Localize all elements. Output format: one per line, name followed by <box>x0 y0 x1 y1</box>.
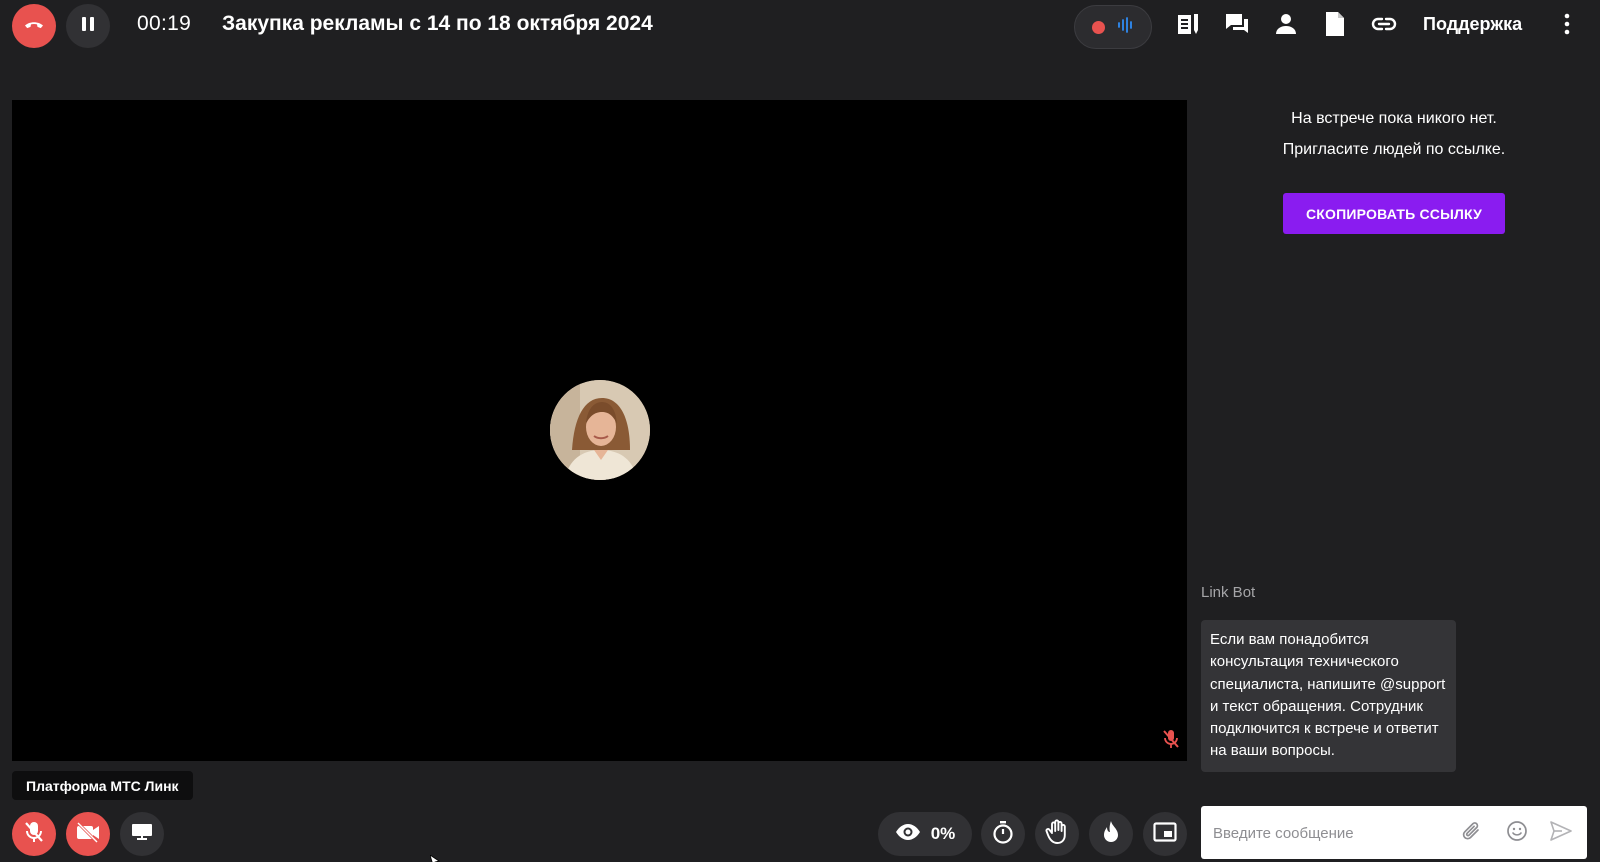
emoji-button[interactable] <box>1504 820 1530 846</box>
chat-icon <box>1224 11 1250 42</box>
notes-icon <box>1175 11 1201 42</box>
fire-icon <box>1101 820 1121 849</box>
files-button[interactable] <box>1319 10 1351 42</box>
mic-off-icon <box>23 820 45 849</box>
meeting-title: Закупка рекламы с 14 по 18 октября 2024 <box>222 12 653 35</box>
timer-icon <box>992 820 1014 849</box>
person-icon <box>1274 12 1298 41</box>
timer-button[interactable] <box>981 812 1025 856</box>
hang-up-button[interactable] <box>12 4 56 48</box>
record-icon <box>1091 20 1105 34</box>
participants-button[interactable] <box>1270 10 1302 42</box>
send-button[interactable] <box>1548 820 1574 846</box>
attach-icon <box>1461 820 1483 847</box>
audio-wave-icon <box>1117 16 1135 39</box>
call-timer: 00:19 <box>137 12 192 35</box>
raise-hand-icon <box>1045 819 1069 850</box>
pause-button[interactable] <box>66 4 110 48</box>
chat-composer <box>1201 806 1587 859</box>
link-icon <box>1371 11 1397 42</box>
eye-icon <box>895 823 921 846</box>
invite-hint-text: Пригласите людей по ссылке. <box>1282 141 1506 158</box>
raise-hand-button[interactable] <box>1035 812 1079 856</box>
camera-off-icon <box>75 821 101 848</box>
hang-up-icon <box>22 12 46 41</box>
attach-button[interactable] <box>1459 820 1485 846</box>
recording-toggle[interactable] <box>1074 5 1152 49</box>
pause-icon <box>79 15 97 38</box>
document-icon <box>1324 11 1346 42</box>
participant-avatar <box>550 380 650 480</box>
chat-button[interactable] <box>1221 10 1253 42</box>
emoji-icon <box>1506 820 1528 847</box>
reactions-button[interactable] <box>1089 812 1133 856</box>
picture-in-picture-button[interactable] <box>1143 812 1187 856</box>
toggle-camera-button[interactable] <box>66 812 110 856</box>
meeting-app: 00:19 Закупка рекламы с 14 по 18 октября… <box>0 0 1600 862</box>
mouse-cursor-icon <box>429 852 440 862</box>
more-menu-button[interactable] <box>1551 10 1583 42</box>
chat-sender-name: Link Bot <box>1201 584 1256 601</box>
viewers-attention-indicator[interactable]: 0% <box>878 812 972 856</box>
chat-message: Если вам понадобится консультация технич… <box>1201 620 1456 772</box>
top-bar: 00:19 Закупка рекламы с 14 по 18 октября… <box>0 0 1600 52</box>
empty-meeting-text: На встрече пока никого нет. <box>1291 110 1497 127</box>
participant-name-tag: Платформа МТС Линк <box>12 771 193 800</box>
copy-link-button[interactable]: СКОПИРОВАТЬ ССЫЛКУ <box>1283 193 1505 234</box>
support-link[interactable]: Поддержка <box>1423 14 1522 35</box>
picture-in-picture-icon <box>1153 821 1177 847</box>
notes-button[interactable] <box>1172 10 1204 42</box>
views-percent: 0% <box>930 824 956 843</box>
chat-message-input[interactable] <box>1213 820 1453 846</box>
mic-off-icon <box>1160 728 1182 750</box>
more-vertical-icon <box>1564 13 1570 40</box>
share-link-button[interactable] <box>1368 10 1400 42</box>
screen-share-button[interactable] <box>120 812 164 856</box>
screen-share-icon <box>131 822 153 847</box>
video-stage <box>12 100 1187 761</box>
toggle-microphone-button[interactable] <box>12 812 56 856</box>
send-icon <box>1550 820 1572 846</box>
